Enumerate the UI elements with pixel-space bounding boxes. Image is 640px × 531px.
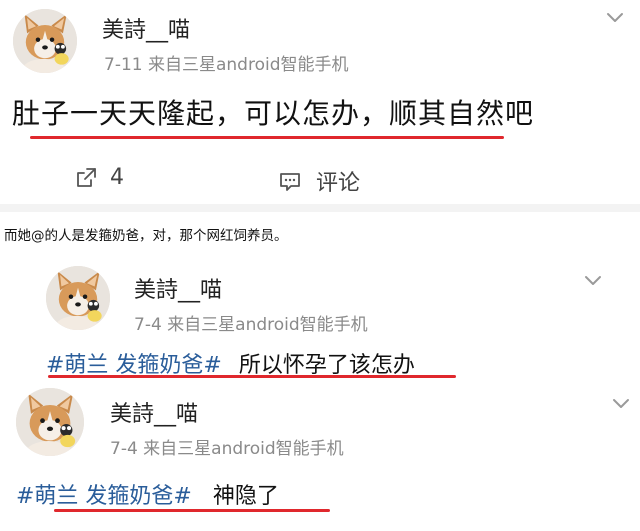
reply-username[interactable]: 美詩__喵	[110, 396, 198, 428]
avatar-image	[13, 9, 77, 73]
avatar-image	[16, 388, 84, 456]
article-caption: 而她@的人是发箍奶爸，对，那个网红饲养员。	[4, 228, 288, 244]
comment-button[interactable]: 评论	[278, 165, 360, 197]
reply-text-underline	[54, 509, 330, 512]
avatar-image	[46, 266, 110, 330]
topic-tag-link[interactable]: #萌兰 发箍奶爸#	[16, 484, 192, 509]
section-divider	[0, 204, 640, 212]
chevron-down-icon[interactable]	[584, 275, 602, 287]
reply-text: #萌兰 发箍奶爸# 神隐了	[16, 478, 279, 510]
chevron-down-icon[interactable]	[612, 398, 630, 410]
reply-text-underline	[48, 375, 456, 378]
share-count: 4	[110, 165, 124, 190]
share-icon	[77, 167, 96, 187]
reply-avatar[interactable]	[46, 266, 110, 330]
comment-label: 评论	[316, 171, 361, 196]
reply-body: 神隐了	[212, 484, 279, 509]
reply-avatar[interactable]	[16, 388, 84, 456]
comment-icon	[280, 173, 300, 191]
post-meta: 7-11 来自三星android智能手机	[104, 55, 349, 75]
reply-meta: 7-4 来自三星android智能手机	[134, 315, 368, 335]
chevron-down-icon[interactable]	[606, 12, 624, 24]
reply-meta: 7-4 来自三星android智能手机	[110, 439, 344, 459]
post-avatar[interactable]	[13, 9, 77, 73]
reply-username[interactable]: 美詩__喵	[134, 272, 222, 304]
share-button[interactable]: 4	[74, 165, 124, 190]
post-text: 肚子一天天隆起，可以怎办，顺其自然吧	[12, 97, 535, 130]
post-username[interactable]: 美詩__喵	[102, 12, 190, 44]
post-text-underline	[30, 136, 504, 139]
